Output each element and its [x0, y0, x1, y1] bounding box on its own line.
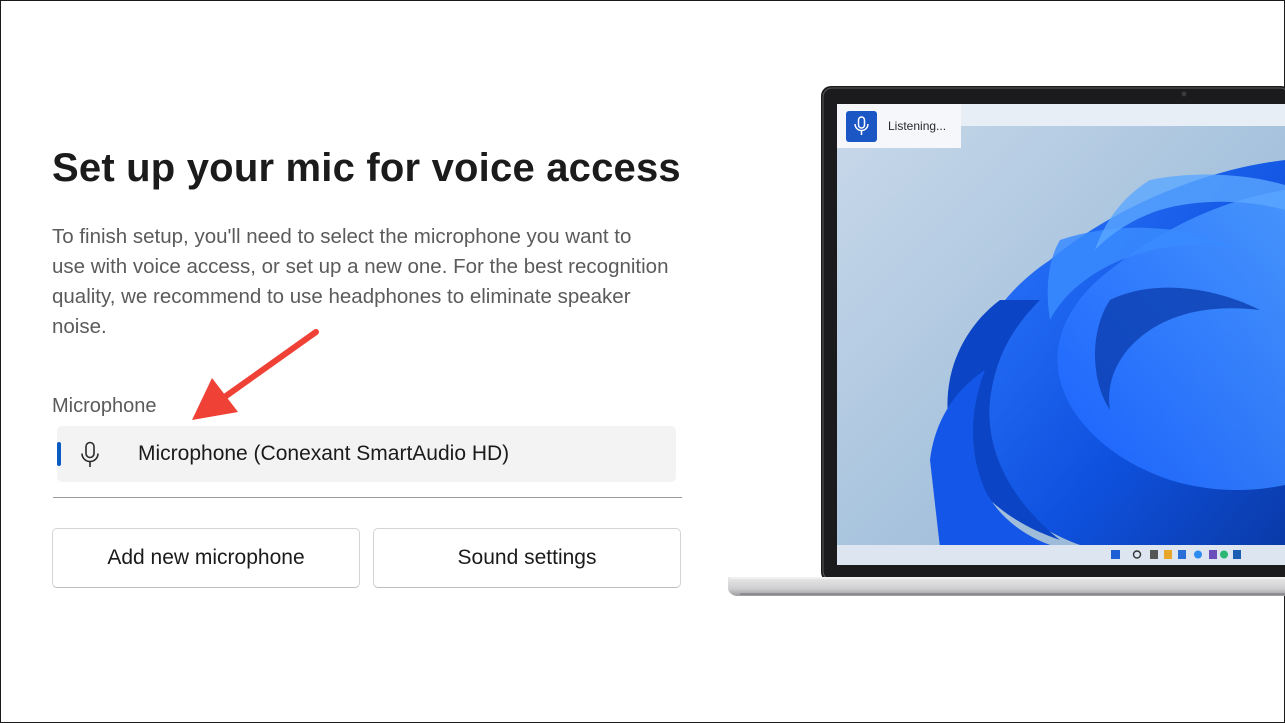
laptop-illustration — [728, 86, 1285, 596]
voice-access-status: Listening... — [888, 119, 947, 133]
